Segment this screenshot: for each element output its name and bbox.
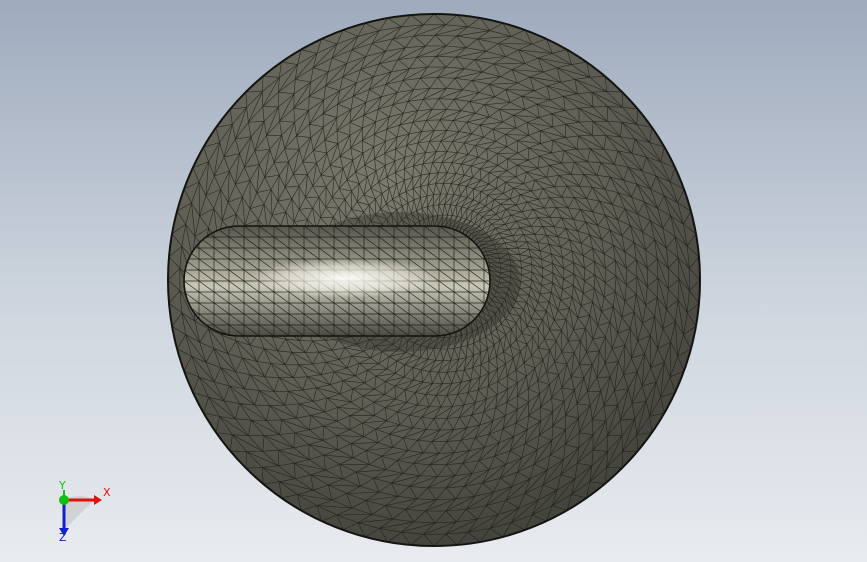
x-axis-head [94,495,102,505]
triad-origin [59,495,69,505]
mesh-model[interactable] [0,0,867,562]
orientation-triad: X Y Z [40,478,120,548]
z-axis-label: Z [59,531,67,544]
x-axis-label: X [103,486,111,499]
graphics-viewport[interactable]: X Y Z [0,0,867,562]
rod-highlight [250,258,440,298]
y-axis-label: Y [59,479,66,492]
